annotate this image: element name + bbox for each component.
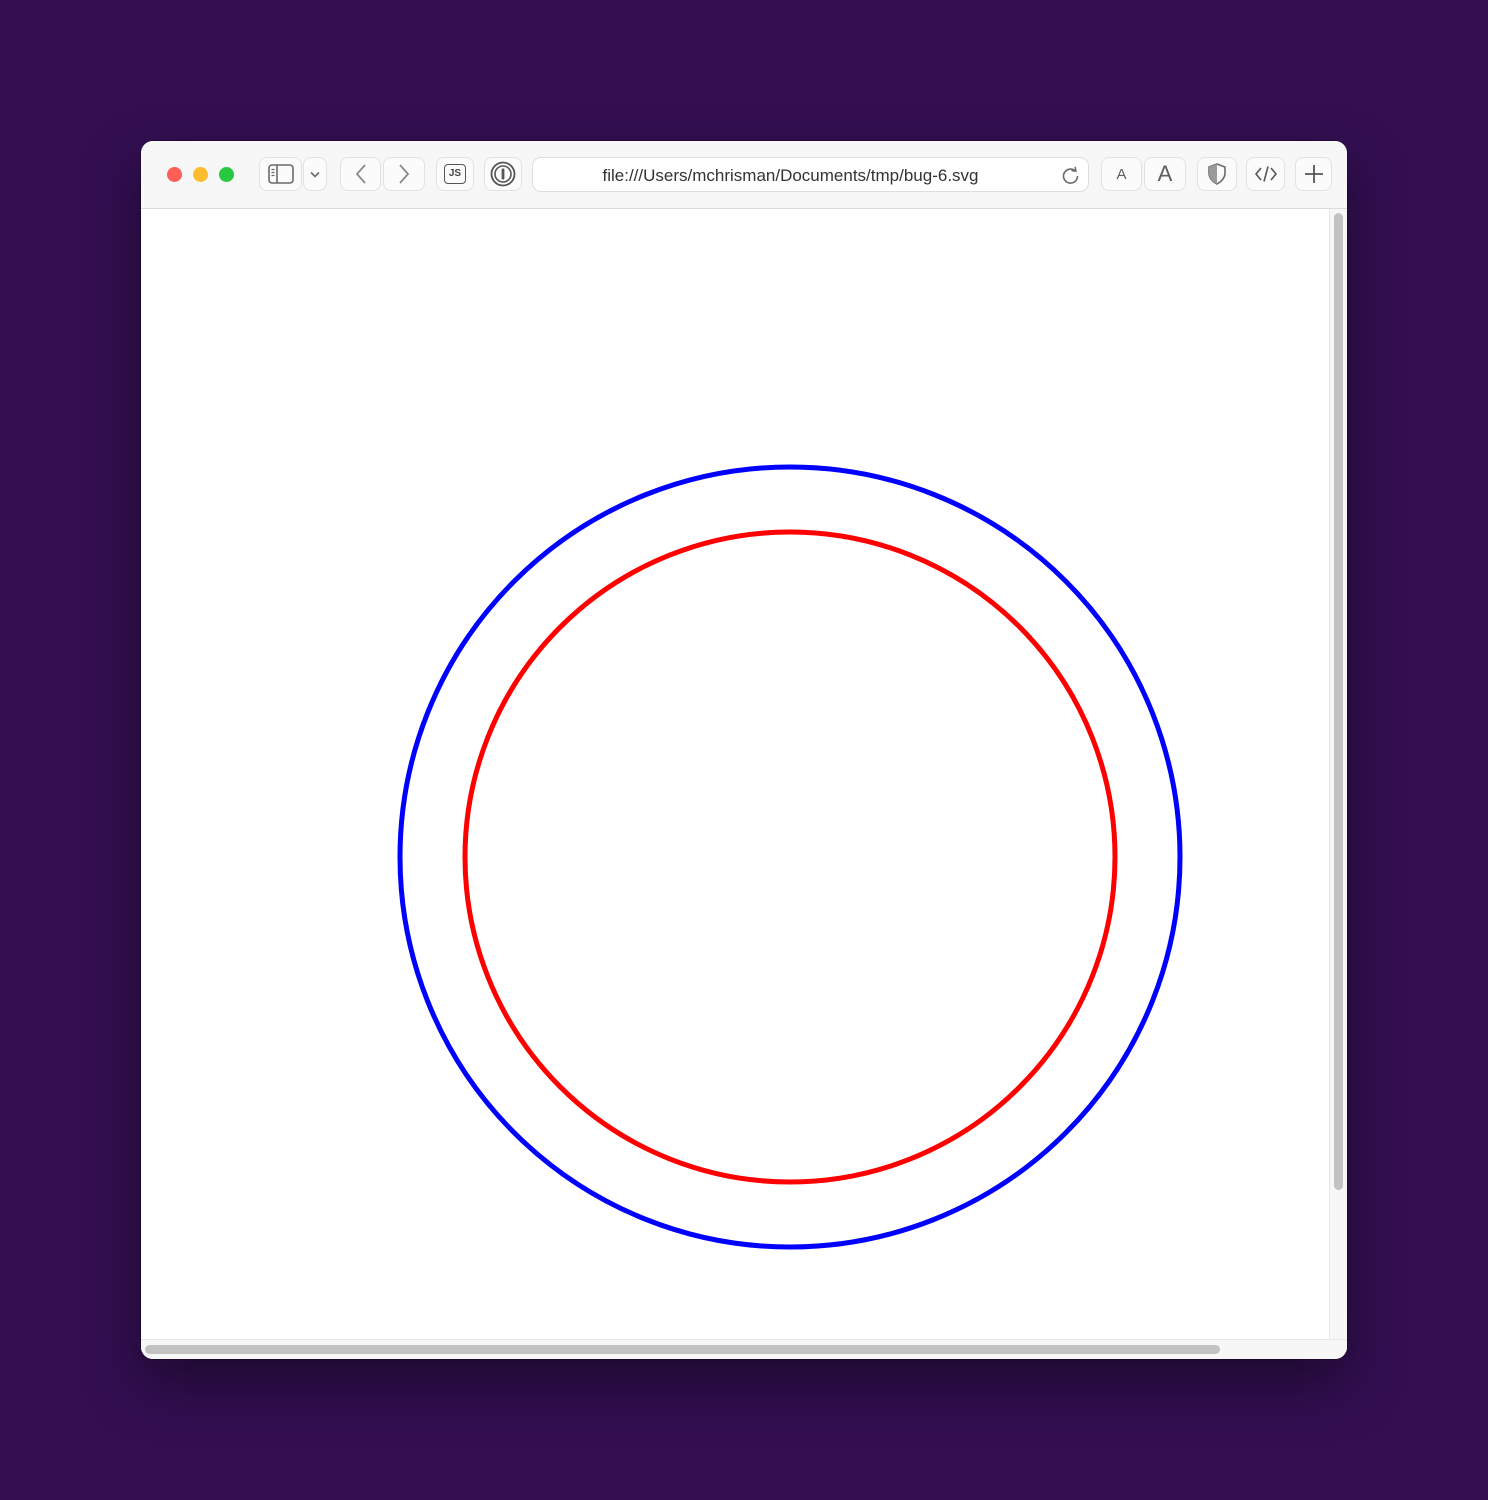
browser-window: JS file:///Users/mchrisman/Documents/tmp… (141, 141, 1347, 1359)
red-circle (462, 529, 1118, 1185)
shield-icon (1208, 163, 1226, 185)
back-icon (355, 164, 366, 184)
browser-toolbar: JS file:///Users/mchrisman/Documents/tmp… (141, 141, 1347, 209)
font-smaller-button[interactable]: A (1101, 157, 1142, 191)
reload-icon[interactable] (1060, 165, 1081, 186)
js-toggle-button[interactable]: JS (436, 157, 474, 191)
page-content (141, 209, 1329, 1339)
js-icon: JS (444, 164, 466, 184)
password-manager-icon (490, 161, 516, 187)
tab-group-dropdown-button[interactable] (303, 157, 327, 191)
sidebar-icon (267, 164, 294, 184)
horizontal-scrollbar[interactable] (141, 1339, 1347, 1359)
new-tab-button[interactable] (1295, 157, 1332, 191)
back-button[interactable] (340, 157, 381, 191)
vertical-scrollbar[interactable] (1329, 209, 1347, 1339)
font-larger-label: A (1157, 161, 1173, 186)
horizontal-scrollbar-thumb[interactable] (145, 1345, 1220, 1354)
address-bar[interactable]: file:///Users/mchrisman/Documents/tmp/bu… (532, 157, 1089, 192)
svg-canvas (397, 464, 1183, 1250)
js-label: JS (448, 168, 462, 179)
zoom-window-button[interactable] (219, 167, 234, 182)
privacy-shield-button[interactable] (1197, 157, 1237, 191)
code-icon (1254, 166, 1277, 182)
forward-icon (399, 164, 410, 184)
password-manager-button[interactable] (484, 157, 522, 191)
font-smaller-label: A (1116, 165, 1127, 183)
minimize-window-button[interactable] (193, 167, 208, 182)
blue-circle (397, 464, 1183, 1250)
address-url[interactable]: file:///Users/mchrisman/Documents/tmp/bu… (533, 158, 1048, 193)
chevron-down-icon (310, 171, 320, 178)
sidebar-toggle-button[interactable] (259, 157, 302, 191)
close-window-button[interactable] (167, 167, 182, 182)
forward-button[interactable] (383, 157, 425, 191)
font-larger-button[interactable]: A (1144, 157, 1186, 191)
web-inspector-button[interactable] (1246, 157, 1285, 191)
vertical-scrollbar-thumb[interactable] (1334, 213, 1343, 1190)
plus-icon (1304, 165, 1323, 183)
